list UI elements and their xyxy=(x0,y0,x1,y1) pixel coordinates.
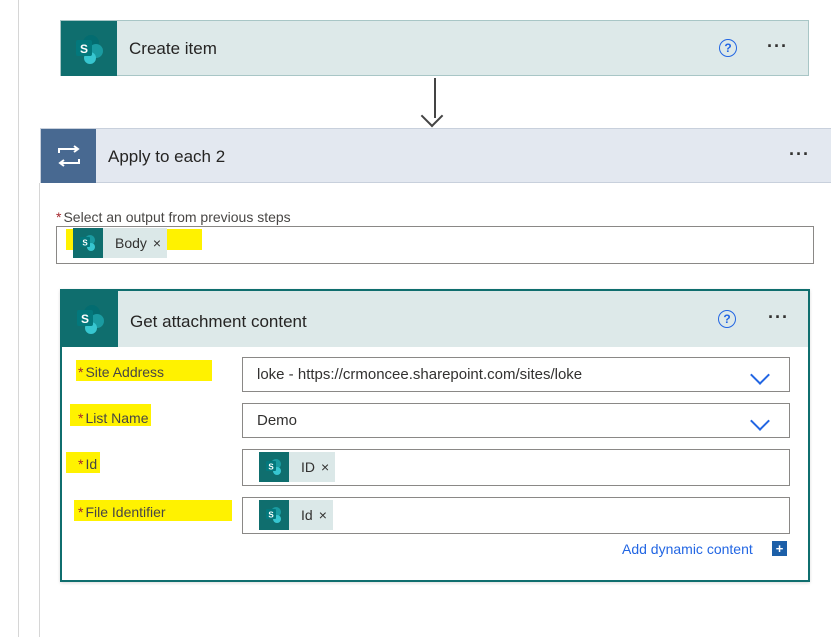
loop-icon xyxy=(41,129,96,183)
site-address-dropdown[interactable]: loke - https://crmoncee.sharepoint.com/s… xyxy=(242,357,790,392)
create-item-card[interactable]: S Create item ? ··· xyxy=(60,20,809,76)
plus-icon[interactable]: + xyxy=(772,541,787,556)
file-identifier-token[interactable]: S Id × xyxy=(259,500,333,530)
sharepoint-icon: S xyxy=(259,452,289,482)
more-options-icon[interactable]: ··· xyxy=(789,145,810,163)
chevron-down-icon[interactable] xyxy=(750,411,770,431)
svg-text:S: S xyxy=(268,463,274,472)
list-name-label-text: List Name xyxy=(85,410,149,426)
id-token[interactable]: S ID × xyxy=(259,452,336,482)
token-label: Id xyxy=(301,507,313,523)
help-icon[interactable]: ? xyxy=(718,310,736,328)
list-name-label: * List Name xyxy=(78,410,148,426)
svg-text:S: S xyxy=(268,511,274,520)
output-label-text: Select an output from previous steps xyxy=(63,209,291,225)
list-name-dropdown[interactable]: Demo xyxy=(242,403,790,438)
required-asterisk: * xyxy=(56,209,62,225)
required-asterisk: * xyxy=(78,456,84,472)
site-address-value: loke - https://crmoncee.sharepoint.com/s… xyxy=(257,366,583,383)
create-item-title: Create item xyxy=(129,39,217,58)
more-options-icon[interactable]: ··· xyxy=(768,308,789,326)
token-label: Body xyxy=(115,235,147,251)
sharepoint-icon: S xyxy=(61,21,117,76)
required-asterisk: * xyxy=(78,504,84,520)
get-attachment-header[interactable]: S Get attachment content ? ··· xyxy=(62,291,808,347)
chevron-down-icon[interactable] xyxy=(750,365,770,385)
site-address-label-text: Site Address xyxy=(85,364,165,380)
sharepoint-icon: S xyxy=(73,228,103,258)
file-identifier-label-text: File Identifier xyxy=(85,504,166,520)
token-label: ID xyxy=(301,459,315,475)
id-label-text: Id xyxy=(85,456,98,472)
id-label: * Id xyxy=(78,456,97,472)
apply-to-each-title: Apply to each 2 xyxy=(108,147,226,166)
apply-each-scope-border xyxy=(39,183,40,637)
arrow-down-icon xyxy=(420,104,444,128)
help-icon[interactable]: ? xyxy=(719,39,737,57)
required-asterisk: * xyxy=(78,364,84,380)
sharepoint-icon: S xyxy=(259,500,289,530)
svg-text:S: S xyxy=(81,312,89,326)
canvas-left-border xyxy=(18,0,19,637)
add-dynamic-content-link[interactable]: Add dynamic content xyxy=(622,541,753,557)
remove-token-icon[interactable]: × xyxy=(319,507,333,523)
svg-text:S: S xyxy=(80,42,88,56)
remove-token-icon[interactable]: × xyxy=(321,459,335,475)
list-name-value: Demo xyxy=(257,412,298,429)
output-field-label: * Select an output from previous steps xyxy=(56,209,291,225)
more-options-icon[interactable]: ··· xyxy=(767,37,788,55)
get-attachment-title: Get attachment content xyxy=(130,312,307,331)
apply-to-each-header[interactable]: Apply to each 2 ··· xyxy=(40,128,831,183)
sharepoint-icon: S xyxy=(62,291,118,347)
file-identifier-label: * File Identifier xyxy=(78,504,166,520)
required-asterisk: * xyxy=(78,410,84,426)
svg-text:S: S xyxy=(82,239,88,248)
remove-token-icon[interactable]: × xyxy=(153,235,167,251)
site-address-label: * Site Address xyxy=(78,364,164,380)
body-token[interactable]: S Body × xyxy=(73,228,168,258)
